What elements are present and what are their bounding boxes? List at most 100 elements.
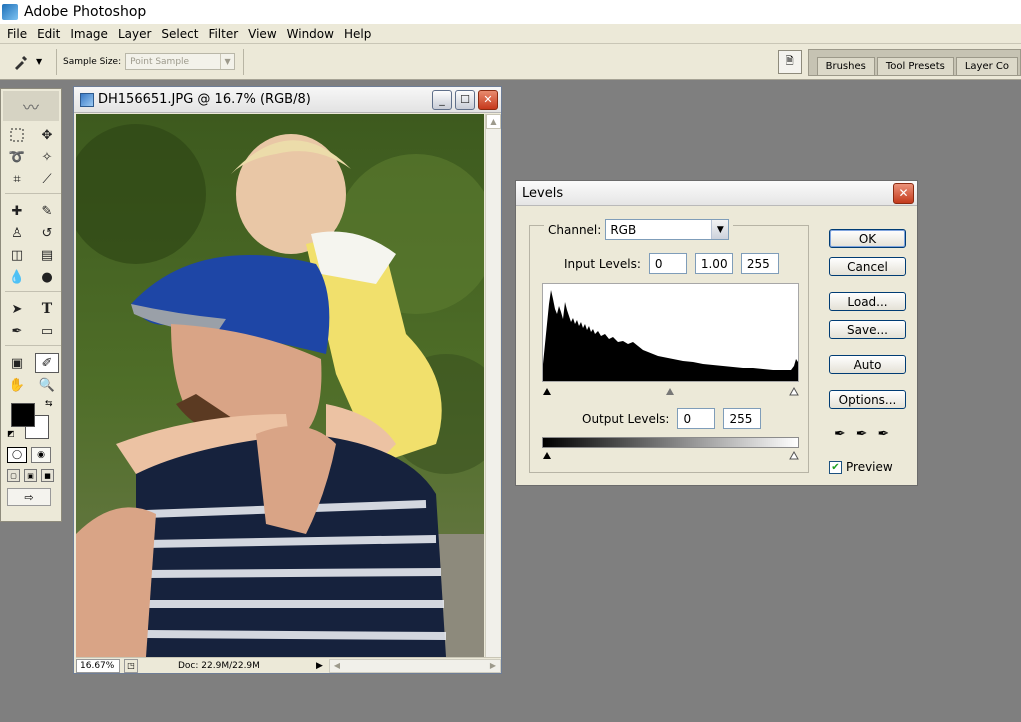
standard-mode-icon[interactable]: ◯ — [7, 447, 27, 463]
white-eyedropper-icon[interactable]: ✒ — [877, 426, 889, 442]
palette-well: 🗎 Brushes Tool Presets Layer Co — [777, 44, 1021, 80]
notes-icon[interactable]: ▣ — [5, 353, 29, 373]
gamma-slider-icon — [666, 388, 674, 395]
separator — [5, 193, 61, 199]
tab-brushes[interactable]: Brushes — [816, 56, 875, 75]
close-button[interactable]: ✕ — [478, 89, 498, 110]
image-canvas[interactable] — [76, 114, 484, 657]
input-gamma-field[interactable]: 1.00 — [694, 253, 733, 274]
load-button[interactable]: Load... — [829, 292, 906, 311]
navigator-icon[interactable]: ◳ — [124, 658, 138, 673]
channel-label: Channel: — [548, 222, 602, 237]
vertical-scrollbar[interactable]: ▲ — [485, 114, 501, 657]
feather-logo-icon[interactable]: 〰 — [3, 91, 59, 121]
menu-file[interactable]: File — [2, 27, 32, 41]
path-select-icon[interactable]: ➤ — [5, 299, 29, 319]
separator — [56, 48, 57, 75]
close-button[interactable]: ✕ — [893, 182, 914, 204]
output-white-slider-icon — [789, 450, 799, 460]
channel-row: Channel: RGB ▼ — [544, 219, 734, 240]
save-button[interactable]: Save... — [829, 320, 906, 339]
zoom-icon[interactable]: 🔍 — [35, 375, 59, 395]
crop-icon[interactable]: ⌗ — [5, 169, 29, 189]
document-icon — [80, 92, 94, 107]
sample-size-select[interactable]: Point Sample ▼ — [125, 53, 236, 70]
scroll-up-icon[interactable]: ▲ — [486, 114, 501, 129]
shape-icon[interactable]: ▭ — [35, 321, 59, 341]
history-brush-icon[interactable]: ↺ — [35, 223, 59, 243]
black-eyedropper-icon[interactable]: ✒ — [834, 426, 846, 442]
levels-title-bar[interactable]: Levels ✕ — [516, 181, 917, 206]
input-black-field[interactable]: 0 — [648, 253, 687, 274]
output-levels-row: Output Levels: 0 255 — [582, 408, 762, 429]
preview-checkbox[interactable]: ✔ — [829, 460, 842, 474]
histogram-graph — [543, 290, 798, 381]
jump-to-row: ⇨ — [1, 488, 61, 506]
file-browser-icon[interactable]: 🗎 — [777, 50, 802, 74]
tab-layer-comps[interactable]: Layer Co — [955, 56, 1018, 75]
toolbox: 〰 ✥ ➰ ✧ ⌗ ⟋ ✚ ✎ ♙ ↺ ◫ ▤ 💧 ● ➤ T ✒ ▭ ▣ ✐ … — [0, 88, 62, 522]
full-screen-icon[interactable]: ■ — [41, 469, 54, 482]
jump-to-imageready-icon[interactable]: ⇨ — [7, 488, 51, 506]
gradient-icon[interactable]: ▤ — [35, 245, 59, 265]
output-slider[interactable] — [542, 449, 799, 460]
menu-layer[interactable]: Layer — [113, 27, 156, 41]
brush-icon[interactable]: ✎ — [35, 201, 59, 221]
input-white-field[interactable]: 255 — [740, 253, 779, 274]
quick-mask-mode-icon[interactable]: ◉ — [31, 447, 51, 463]
swap-colors-icon[interactable]: ⇆ — [45, 399, 53, 409]
default-colors-icon[interactable]: ◩ — [7, 429, 15, 438]
app-title-bar: Adobe Photoshop — [0, 0, 1021, 24]
cancel-button[interactable]: Cancel — [829, 257, 906, 276]
eyedropper-tool-icon[interactable]: ✐ — [35, 353, 59, 373]
dodge-icon[interactable]: ● — [35, 267, 59, 287]
gray-eyedropper-icon[interactable]: ✒ — [856, 426, 868, 442]
menu-view[interactable]: View — [243, 27, 281, 41]
slice-icon[interactable]: ⟋ — [35, 169, 59, 189]
menu-image[interactable]: Image — [65, 27, 113, 41]
zoom-level-field[interactable]: 16.67% — [76, 658, 120, 673]
full-screen-menu-icon[interactable]: ▣ — [24, 469, 37, 482]
output-black-field[interactable]: 0 — [677, 408, 716, 429]
input-levels-label: Input Levels: — [564, 256, 641, 271]
menu-select[interactable]: Select — [156, 27, 203, 41]
output-white-field[interactable]: 255 — [723, 408, 762, 429]
marquee-icon[interactable] — [5, 125, 29, 145]
eraser-icon[interactable]: ◫ — [5, 245, 29, 265]
ok-button[interactable]: OK — [829, 229, 906, 248]
magic-wand-icon[interactable]: ✧ — [35, 147, 59, 167]
status-menu-arrow-icon[interactable]: ▶ — [316, 661, 323, 671]
scroll-right-icon[interactable]: ▶ — [486, 660, 500, 672]
foreground-color-swatch[interactable] — [11, 403, 35, 427]
type-icon[interactable]: T — [35, 299, 59, 319]
minimize-button[interactable]: _ — [432, 89, 452, 110]
lasso-icon[interactable]: ➰ — [5, 147, 29, 167]
auto-button[interactable]: Auto — [829, 355, 906, 374]
document-title-bar[interactable]: DH156651.JPG @ 16.7% (RGB/8) _ ☐ ✕ — [74, 87, 501, 113]
menu-window[interactable]: Window — [282, 27, 339, 41]
scroll-left-icon[interactable]: ◀ — [330, 660, 344, 672]
levels-dialog: Levels ✕ Channel: RGB ▼ Input Levels: 0 … — [515, 180, 918, 486]
menu-edit[interactable]: Edit — [32, 27, 65, 41]
horizontal-scrollbar[interactable]: ◀ ▶ — [328, 658, 501, 673]
menu-filter[interactable]: Filter — [203, 27, 243, 41]
histogram — [542, 283, 799, 382]
black-point-slider-icon — [543, 388, 551, 395]
maximize-button[interactable]: ☐ — [455, 89, 475, 110]
blur-icon[interactable]: 💧 — [5, 267, 29, 287]
healing-brush-icon[interactable]: ✚ — [5, 201, 29, 221]
standard-screen-icon[interactable]: ▢ — [7, 469, 20, 482]
chevron-down-icon: ▼ — [36, 57, 43, 66]
options-button[interactable]: Options... — [829, 390, 906, 409]
sample-size-label: Sample Size: — [63, 56, 122, 67]
pen-icon[interactable]: ✒ — [5, 321, 29, 341]
tab-tool-presets[interactable]: Tool Presets — [876, 56, 954, 75]
channel-select[interactable]: RGB ▼ — [605, 219, 730, 240]
tool-preset-picker[interactable]: ▼ — [12, 48, 52, 76]
menu-help[interactable]: Help — [339, 27, 376, 41]
hand-icon[interactable]: ✋ — [5, 375, 29, 395]
document-title: DH156651.JPG @ 16.7% (RGB/8) — [98, 92, 311, 107]
clone-stamp-icon[interactable]: ♙ — [5, 223, 29, 243]
move-icon[interactable]: ✥ — [35, 125, 59, 145]
input-slider[interactable] — [542, 385, 799, 396]
